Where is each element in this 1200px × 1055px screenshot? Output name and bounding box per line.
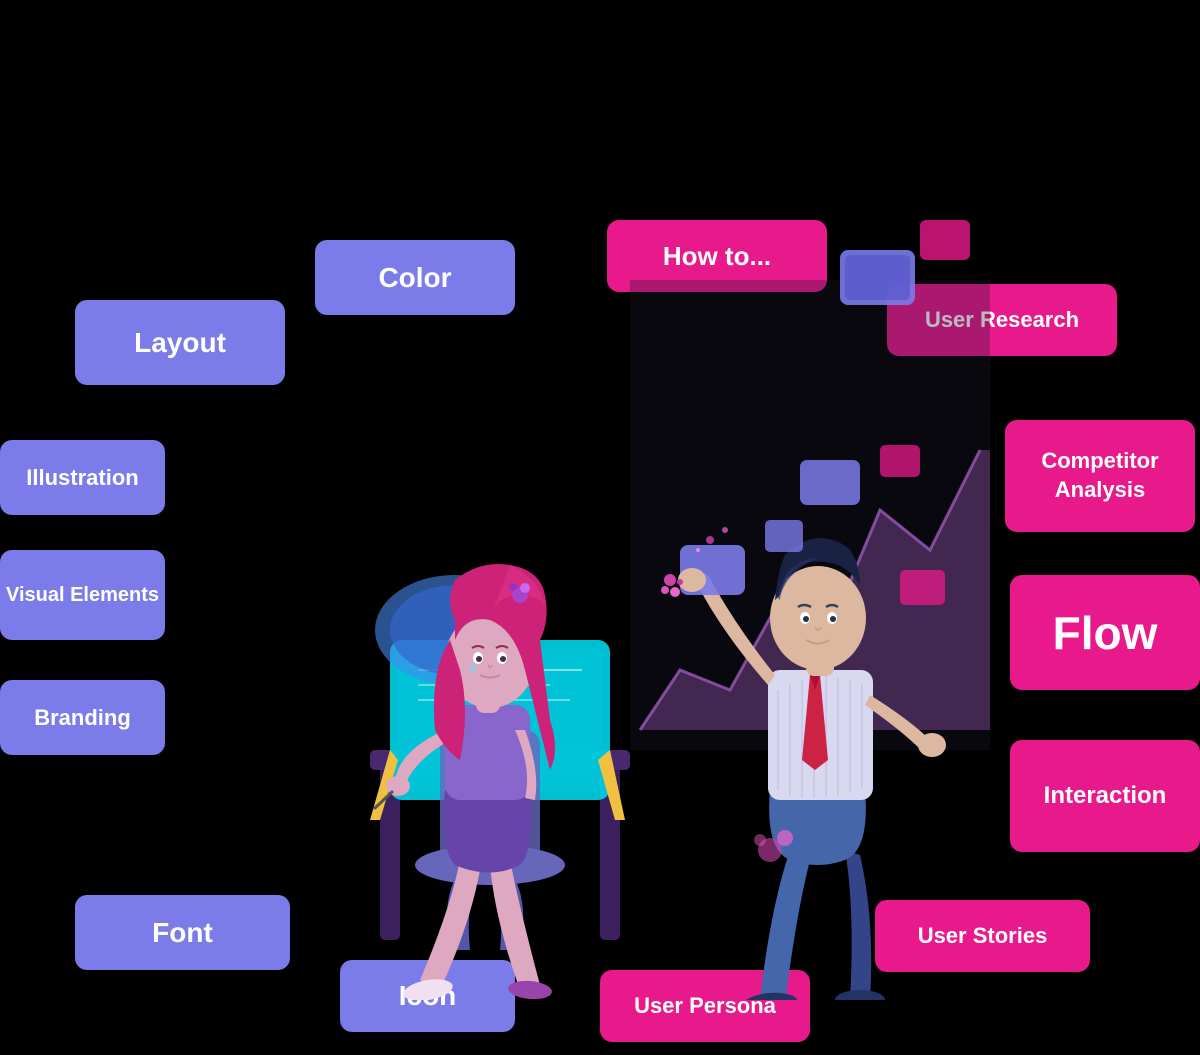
tag-interaction[interactable]: Interaction — [1010, 740, 1200, 852]
tag-flow[interactable]: Flow — [1010, 575, 1200, 690]
tag-branding[interactable]: Branding — [0, 680, 165, 755]
tag-competitor-analysis[interactable]: Competitor Analysis — [1005, 420, 1195, 532]
tag-visual-elements[interactable]: Visual Elements — [0, 550, 165, 640]
tag-illustration[interactable]: Illustration — [0, 440, 165, 515]
illustration — [150, 150, 990, 1000]
